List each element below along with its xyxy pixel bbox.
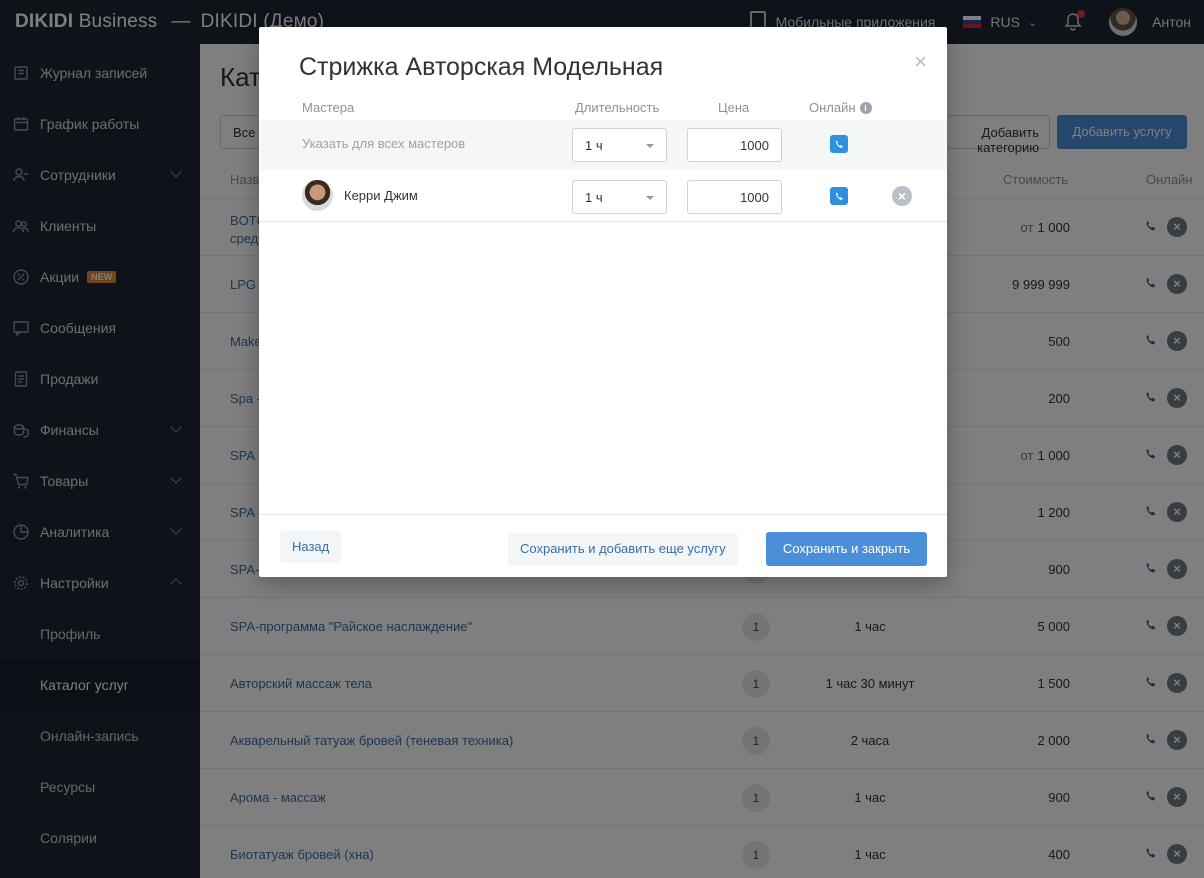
dialog-footer: Назад Сохранить и добавить еще услугу Со…: [259, 514, 947, 577]
all-online-checkbox[interactable]: [830, 135, 848, 153]
col-duration: Длительность: [575, 100, 660, 115]
all-duration-select[interactable]: 1 ч: [572, 128, 667, 162]
col-price: Цена: [718, 100, 750, 115]
master-duration-select[interactable]: 1 ч: [572, 180, 667, 214]
master-price-input[interactable]: [687, 180, 782, 214]
service-masters-dialog: Стрижка Авторская Модельная × Мастера Дл…: [259, 27, 947, 577]
col-online: Онлайн i: [809, 100, 872, 115]
back-button[interactable]: Назад: [280, 531, 342, 563]
dialog-title: Стрижка Авторская Модельная: [299, 53, 664, 81]
save-and-close-button[interactable]: Сохранить и закрыть: [766, 532, 927, 566]
master-online-checkbox[interactable]: [830, 187, 848, 205]
caret-down-icon: [646, 196, 654, 200]
save-and-add-button[interactable]: Сохранить и добавить еще услугу: [508, 533, 738, 565]
remove-master-icon[interactable]: ×: [892, 186, 912, 206]
phone-icon: [835, 191, 843, 200]
caret-down-icon: [646, 144, 654, 148]
info-icon[interactable]: i: [859, 102, 872, 114]
all-masters-label: Указать для всех мастеров: [302, 136, 466, 151]
all-masters-row: Указать для всех мастеров 1 ч: [259, 120, 947, 170]
col-masters: Мастера: [302, 100, 355, 115]
phone-icon: [835, 139, 843, 148]
close-icon[interactable]: ×: [914, 49, 927, 75]
master-avatar: [302, 180, 333, 211]
master-name: Керри Джим: [344, 188, 418, 203]
master-row: Керри Джим 1 ч ×: [259, 170, 947, 222]
all-price-input[interactable]: [687, 128, 782, 162]
